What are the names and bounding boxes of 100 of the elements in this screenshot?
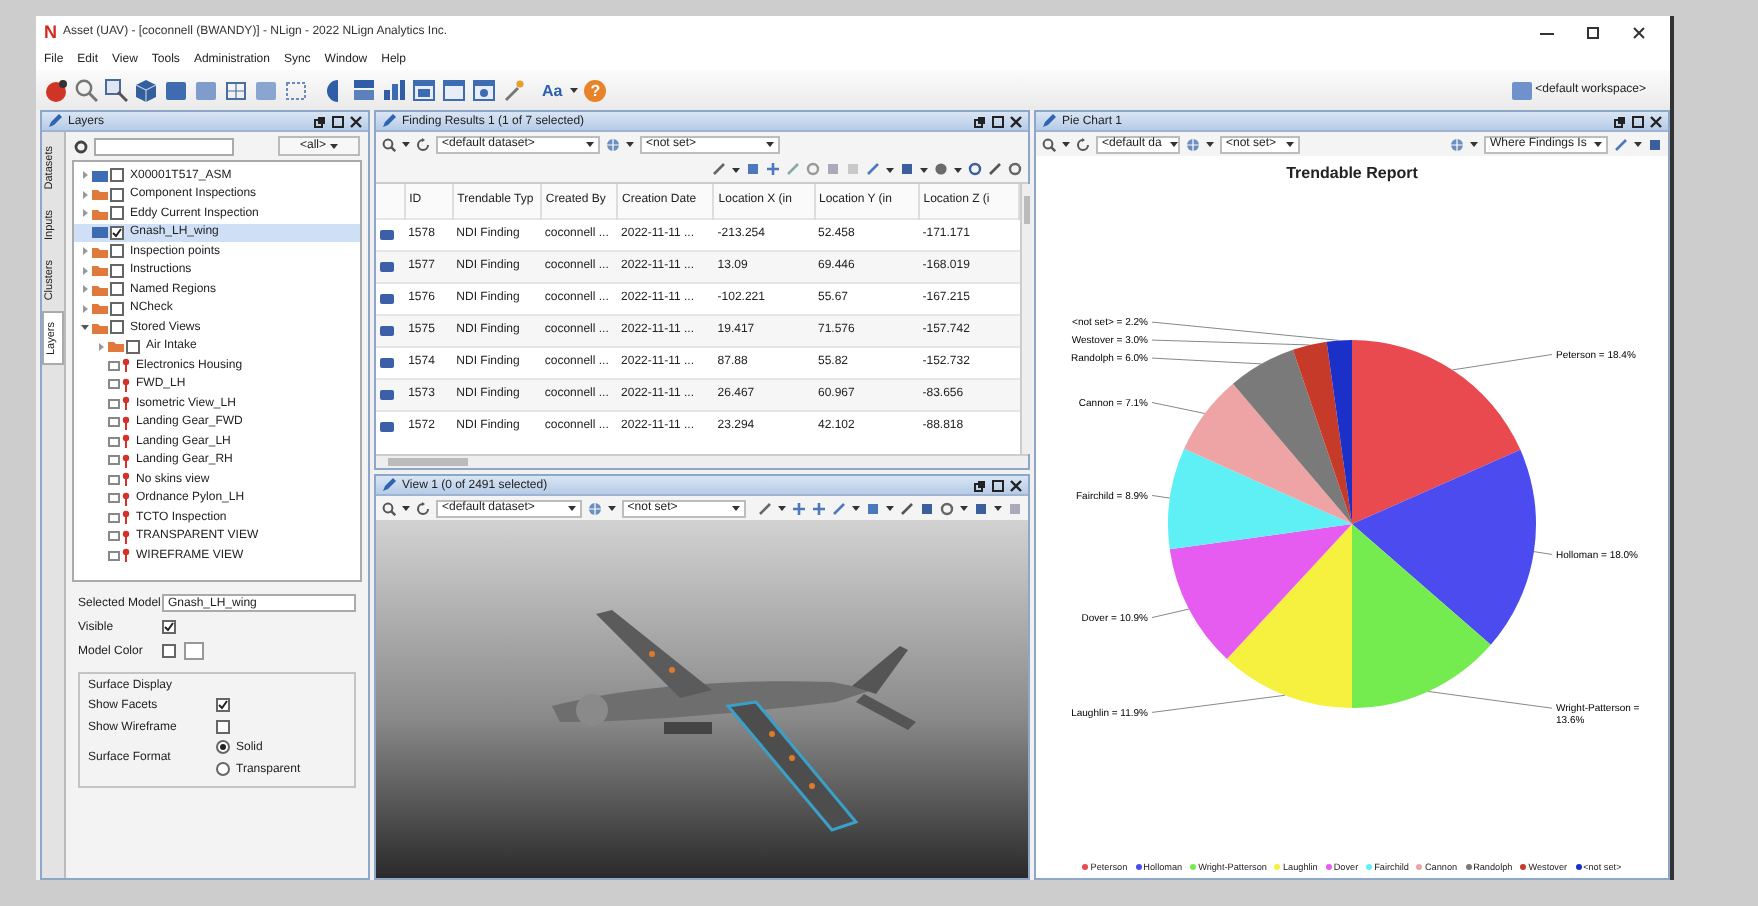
caret-icon[interactable] [920, 165, 928, 173]
close-icon[interactable] [350, 115, 362, 127]
dashed-box-icon[interactable] [284, 78, 308, 102]
settings-icon[interactable] [74, 139, 88, 153]
refresh-icon[interactable] [416, 501, 430, 515]
maximize-icon[interactable] [332, 115, 344, 127]
checkbox[interactable] [216, 720, 230, 734]
caret-icon[interactable] [402, 140, 410, 148]
checkbox[interactable] [162, 620, 176, 634]
sphere-icon[interactable] [44, 78, 68, 102]
caret-icon[interactable] [994, 504, 1002, 512]
caret-icon[interactable] [1594, 140, 1603, 148]
checkbox[interactable] [216, 698, 230, 712]
globe-icon[interactable] [587, 501, 602, 515]
checkbox[interactable] [110, 225, 124, 240]
caret-icon[interactable] [954, 165, 962, 173]
globe-icon[interactable] [1186, 137, 1200, 151]
close-icon[interactable] [1010, 115, 1022, 127]
box-icon[interactable] [194, 78, 218, 102]
window-icon[interactable] [472, 78, 496, 102]
checkbox[interactable] [162, 644, 176, 658]
expand-arrow-icon[interactable] [80, 246, 90, 257]
checkbox[interactable] [110, 301, 124, 316]
cube-icon[interactable] [134, 78, 158, 102]
checkbox[interactable] [110, 244, 124, 259]
caret-icon[interactable] [330, 142, 338, 150]
close-icon[interactable] [1010, 479, 1022, 491]
caret-icon[interactable] [1286, 140, 1294, 148]
caret-icon[interactable] [1470, 140, 1478, 148]
caret-icon[interactable] [778, 504, 786, 512]
search-icon[interactable] [382, 137, 396, 151]
window-icon[interactable] [412, 78, 436, 102]
expand-arrow-icon[interactable] [80, 284, 90, 295]
expand-arrow-icon[interactable] [80, 208, 90, 219]
maximize-icon[interactable] [992, 479, 1004, 491]
checkbox[interactable] [110, 206, 124, 221]
search-field[interactable] [94, 137, 234, 155]
zoom-icon[interactable] [74, 78, 98, 102]
checkbox[interactable] [110, 187, 124, 202]
caret-icon[interactable] [886, 165, 894, 173]
radio-button[interactable] [216, 762, 230, 776]
maximize-icon[interactable] [992, 115, 1004, 127]
expand-arrow-icon[interactable] [80, 265, 90, 276]
refresh-icon[interactable] [1076, 137, 1090, 151]
caret-icon[interactable] [570, 86, 579, 94]
zoom-box-icon[interactable] [104, 78, 128, 102]
restore-icon[interactable] [1614, 115, 1626, 127]
add-icon[interactable] [812, 501, 826, 515]
caret-icon[interactable] [567, 504, 576, 512]
expand-arrow-icon[interactable] [80, 303, 90, 314]
caret-icon[interactable] [732, 504, 740, 512]
checkbox[interactable] [110, 168, 124, 183]
restore-icon[interactable] [974, 479, 986, 491]
collapse-arrow-icon[interactable] [80, 322, 90, 333]
checkbox[interactable] [110, 282, 124, 297]
caret-icon[interactable] [886, 504, 894, 512]
caret-icon[interactable] [732, 165, 740, 173]
color-swatch[interactable] [184, 642, 204, 660]
checkbox[interactable] [110, 263, 124, 278]
scrollbar[interactable] [1020, 184, 1032, 454]
maximize-icon[interactable] [1586, 25, 1600, 39]
refresh-icon[interactable] [416, 137, 430, 151]
add-icon[interactable] [792, 501, 806, 515]
close-icon[interactable] [1632, 25, 1646, 39]
caret-icon[interactable] [402, 504, 410, 512]
scrollbar[interactable] [376, 454, 1028, 468]
caret-icon[interactable] [766, 140, 774, 148]
restore-icon[interactable] [974, 115, 986, 127]
wand-icon[interactable] [502, 78, 526, 102]
caret-icon[interactable] [960, 504, 968, 512]
ring-icon[interactable] [1008, 162, 1022, 176]
caret-icon[interactable] [852, 504, 860, 512]
caret-icon[interactable] [586, 140, 594, 148]
globe-icon[interactable] [606, 137, 620, 151]
caret-icon[interactable] [1169, 140, 1178, 148]
checkbox[interactable] [110, 320, 124, 335]
caret-icon[interactable] [1634, 140, 1642, 148]
font-size-button[interactable]: Aa [540, 81, 565, 99]
caret-icon[interactable] [626, 140, 634, 148]
add-icon[interactable] [766, 162, 780, 176]
expand-arrow-icon[interactable] [80, 189, 90, 200]
caret-icon[interactable] [1206, 140, 1214, 148]
box-icon[interactable] [164, 78, 188, 102]
close-icon[interactable] [1650, 115, 1662, 127]
chart-icon[interactable] [382, 78, 406, 102]
globe-icon[interactable] [1450, 137, 1464, 151]
expand-arrow-icon[interactable] [96, 341, 106, 352]
window-icon[interactable] [442, 78, 466, 102]
caret-icon[interactable] [607, 504, 616, 512]
expand-arrow-icon[interactable] [80, 170, 90, 181]
checkbox[interactable] [126, 339, 140, 354]
restore-icon[interactable] [314, 115, 326, 127]
wireframe-box-icon[interactable] [224, 78, 248, 102]
maximize-icon[interactable] [1632, 115, 1644, 127]
search-icon[interactable] [382, 501, 396, 515]
radio-button[interactable] [216, 740, 230, 754]
stack-icon[interactable] [352, 78, 376, 102]
caret-icon[interactable] [1062, 140, 1070, 148]
search-icon[interactable] [1042, 137, 1056, 151]
ring-icon[interactable] [940, 501, 954, 515]
